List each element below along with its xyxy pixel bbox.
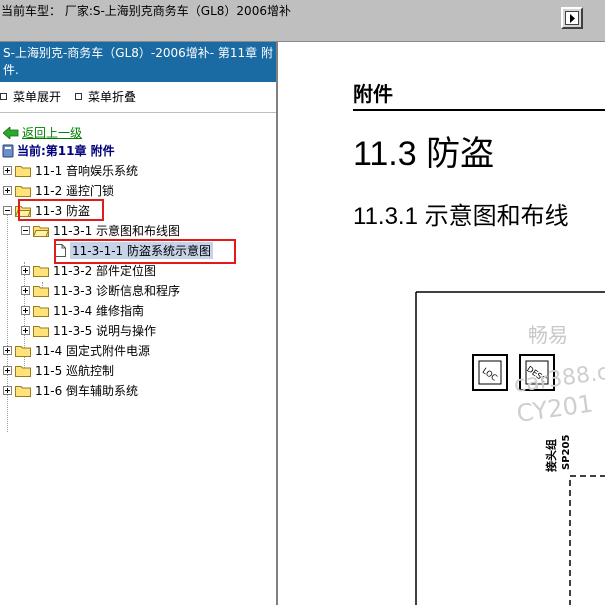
tree-item-11-4[interactable]: 11-4 固定式附件电源 — [3, 341, 150, 359]
folder-icon — [15, 185, 31, 197]
tree-item-label: 11-1 音响娱乐系统 — [35, 163, 139, 178]
document-viewer: 附件 11.3 防盗 11.3.1 示意图和布线 LOC DESC 接头组 SP… — [280, 42, 605, 605]
current-chapter: 当前:第11章 附件 — [2, 142, 115, 159]
tree-item-11-1[interactable]: 11-1 音响娱乐系统 — [3, 161, 138, 179]
tree-item-11-5[interactable]: 11-5 巡航控制 — [3, 361, 114, 379]
expand-plus-icon[interactable] — [3, 165, 12, 175]
expand-plus-icon[interactable] — [3, 385, 12, 395]
connector-code: SP205 — [561, 435, 572, 470]
navigate-button[interactable] — [561, 7, 583, 29]
tree-item-label: 11-3-1 示意图和布线图 — [53, 223, 181, 238]
folder-icon — [15, 385, 31, 397]
current-chapter-label: 当前:第11章 附件 — [17, 144, 115, 158]
expand-plus-icon[interactable] — [21, 285, 30, 295]
folder-icon — [33, 325, 49, 337]
folder-icon — [15, 165, 31, 177]
folder-icon — [33, 265, 49, 277]
current-model-title: 当前车型： 厂家:S-上海别克商务车（GL8）2006增补 — [1, 4, 291, 18]
expand-plus-icon[interactable] — [21, 325, 30, 335]
title-bar: 当前车型： 厂家:S-上海别克商务车（GL8）2006增补 — [0, 0, 605, 42]
tree-item-label: 11-5 巡航控制 — [35, 363, 115, 378]
back-link[interactable]: 返回上一级 — [3, 124, 82, 141]
tree-item-label: 11-3-4 维修指南 — [53, 303, 145, 318]
expand-plus-icon[interactable] — [3, 365, 12, 375]
tree-item-11-3-1[interactable]: 11-3-1 示意图和布线图 — [21, 221, 180, 239]
folder-icon — [33, 305, 49, 317]
tree-item-label: 11-3-5 说明与操作 — [53, 323, 157, 338]
tree-item-11-3-5[interactable]: 11-3-5 说明与操作 — [21, 321, 156, 339]
back-arrow-icon — [3, 126, 19, 139]
collapse-minus-icon[interactable] — [3, 205, 12, 215]
schematic-diagram: LOC DESC 接头组 SP205 畅易 car388.c CY201 — [415, 291, 605, 605]
expand-plus-icon[interactable] — [3, 345, 12, 355]
sidebar-header: S-上海别克-商务车（GL8）-2006增补- 第11章 附件. — [0, 42, 276, 82]
tree-item-11-3-3[interactable]: 11-3-3 诊断信息和程序 — [21, 281, 180, 299]
watermark-text: 畅易 — [528, 323, 568, 347]
folder-icon — [33, 285, 49, 297]
back-link-label: 返回上一级 — [22, 126, 83, 140]
expand-plus-icon[interactable] — [3, 185, 12, 195]
tree-item-label: 11-6 倒车辅助系统 — [35, 383, 139, 398]
tree-item-11-3-4[interactable]: 11-3-4 维修指南 — [21, 301, 144, 319]
play-arrow-icon — [570, 14, 575, 23]
highlight-box — [18, 199, 104, 221]
tree-item-label: 11-3-3 诊断信息和程序 — [53, 283, 181, 298]
tree-item-label: 11-3-2 部件定位图 — [53, 263, 157, 278]
tree-guide-line — [7, 212, 8, 432]
navigation-sidebar: S-上海别克-商务车（GL8）-2006增补- 第11章 附件. 菜单展开 菜单… — [0, 42, 278, 605]
expand-plus-icon[interactable] — [21, 305, 30, 315]
divider — [0, 112, 276, 113]
loc-symbol: LOC — [472, 354, 508, 391]
highlight-box — [54, 239, 236, 264]
menu-collapse-button[interactable]: 菜单折叠 — [75, 88, 136, 105]
collapse-minus-icon[interactable] — [21, 225, 30, 235]
menu-controls: 菜单展开 菜单折叠 — [0, 88, 276, 106]
menu-expand-label: 菜单展开 — [13, 90, 62, 104]
square-icon — [0, 93, 7, 100]
tree-item-label: 11-2 遥控门锁 — [35, 183, 115, 198]
tree-item-11-2[interactable]: 11-2 遥控门锁 — [3, 181, 114, 199]
menu-expand-button[interactable]: 菜单展开 — [0, 88, 61, 105]
square-icon — [75, 93, 82, 100]
connector-label: 接头组 — [544, 439, 558, 472]
tree-item-11-6[interactable]: 11-6 倒车辅助系统 — [3, 381, 138, 399]
menu-collapse-label: 菜单折叠 — [88, 90, 137, 104]
tree-item-label: 11-4 固定式附件电源 — [35, 343, 151, 358]
open-folder-icon — [33, 225, 49, 237]
folder-icon — [15, 365, 31, 377]
expand-plus-icon[interactable] — [21, 265, 30, 275]
chapter-book-icon — [2, 144, 14, 157]
folder-icon — [15, 345, 31, 357]
